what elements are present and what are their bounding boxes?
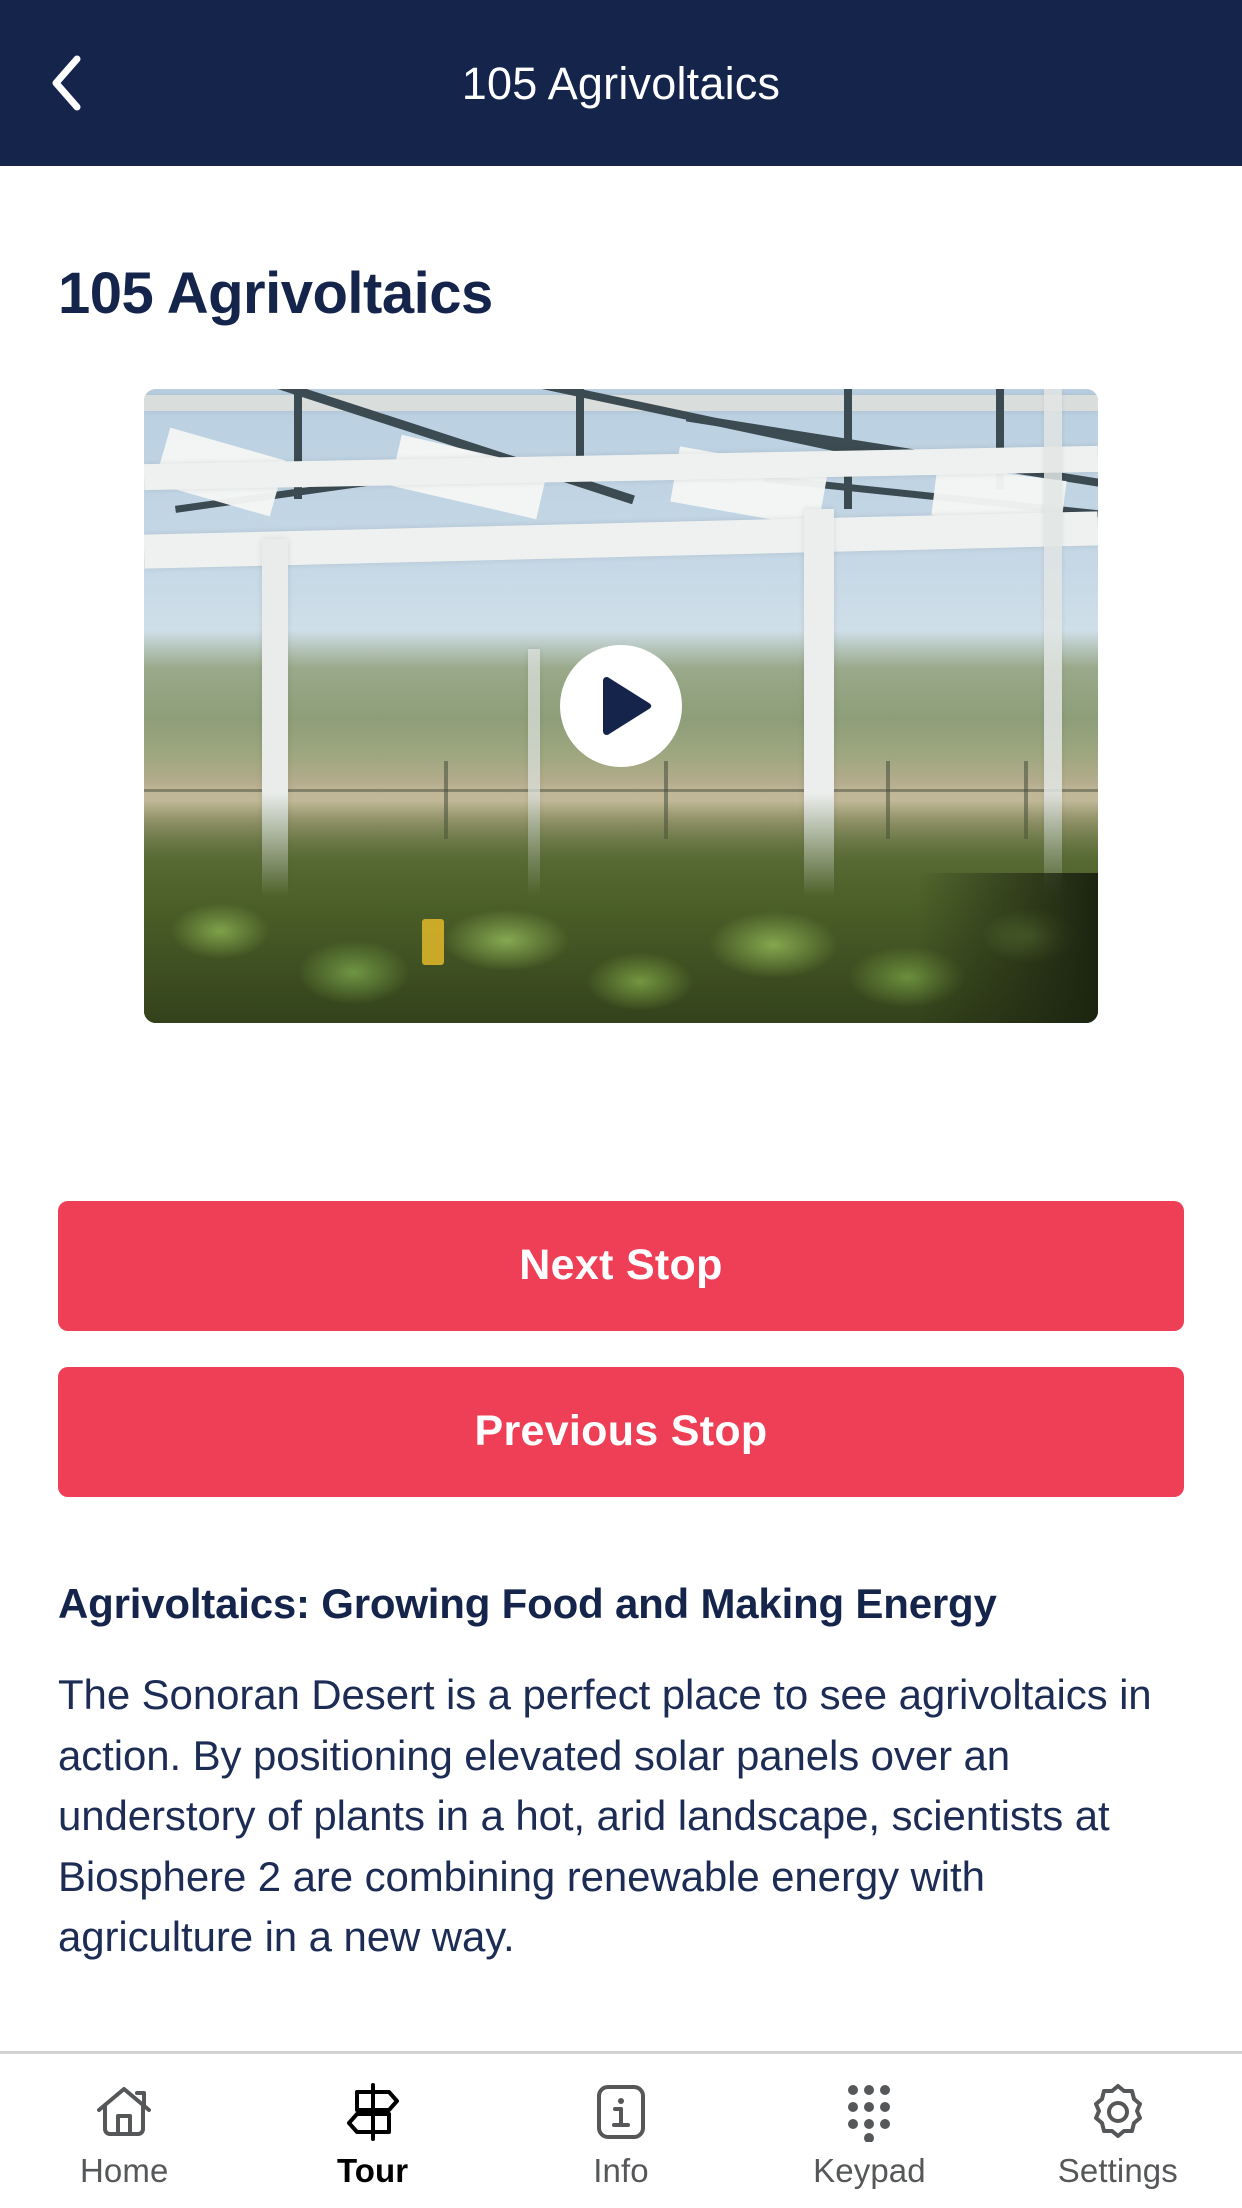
signpost-icon [345,2082,401,2142]
tab-label-keypad: Keypad [813,2151,926,2189]
chevron-left-icon [49,55,83,111]
info-icon [595,2082,647,2142]
play-button[interactable] [560,644,682,767]
tab-label-tour: Tour [336,2151,409,2189]
home-icon [96,2082,152,2142]
keypad-icon [843,2082,895,2142]
tab-info[interactable]: Info [497,2054,745,2208]
next-stop-button[interactable]: Next Stop [58,1200,1184,1331]
app-screen: 105 Agrivoltaics 105 Agrivoltaics Next S… [0,0,1242,2208]
article-body: The Sonoran Desert is a perfect place to… [58,1671,1152,1961]
page-title: 105 Agrivoltaics [58,261,493,326]
article-section: Agrivoltaics: Growing Food and Making En… [58,1579,1184,1968]
stop-navigation-buttons: Next Stop Previous Stop [58,1200,1184,1497]
header-title: 105 Agrivoltaics [461,57,781,109]
app-header: 105 Agrivoltaics [0,0,1242,166]
article-heading: Agrivoltaics: Growing Food and Making En… [58,1579,997,1627]
video-player[interactable] [144,388,1098,1023]
tab-tour[interactable]: Tour [248,2054,496,2208]
tab-label-home: Home [79,2151,169,2189]
tab-settings[interactable]: Settings [994,2054,1242,2208]
tab-label-settings: Settings [1057,2151,1178,2189]
content-scroll-area[interactable]: 105 Agrivoltaics Next Stop Previous Stop… [0,166,1242,2051]
tab-keypad[interactable]: Keypad [745,2054,993,2208]
previous-stop-button[interactable]: Previous Stop [58,1366,1184,1497]
bottom-tab-bar: Home Tour Info Keypad Settings [0,2051,1242,2208]
tab-label-info: Info [593,2151,649,2189]
tab-home[interactable]: Home [0,2054,248,2208]
back-button[interactable] [20,37,112,129]
play-icon [590,675,653,737]
gear-icon [1089,2082,1147,2142]
